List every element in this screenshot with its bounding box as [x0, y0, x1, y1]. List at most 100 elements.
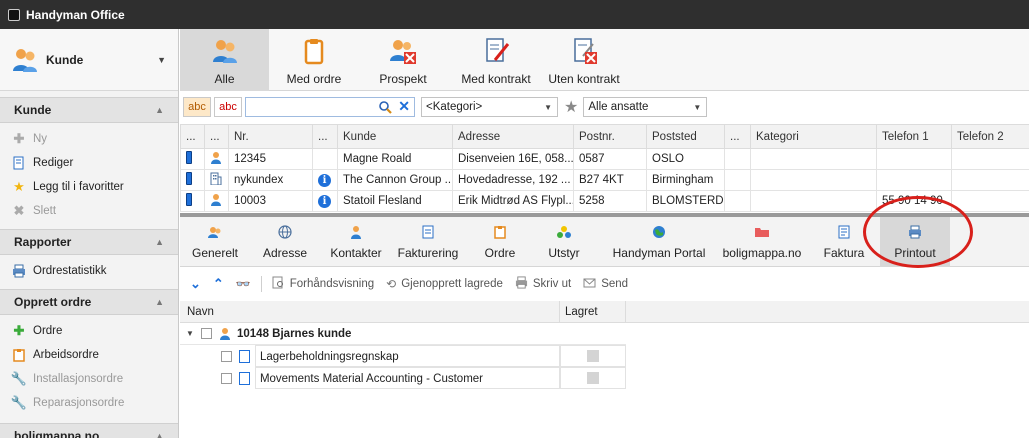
customers-icon: [13, 48, 37, 72]
print-button[interactable]: Skriv ut: [515, 276, 571, 292]
sidebar-item-rediger[interactable]: Rediger: [0, 151, 178, 175]
table-row[interactable]: 12345 Magne Roald Disenveien 16E, 058...…: [180, 148, 1029, 170]
button-label: Alle: [214, 72, 235, 86]
info-icon[interactable]: i: [312, 190, 338, 212]
filter-med-ordre-button[interactable]: Med ordre: [276, 29, 352, 91]
sidebar-item-ordre[interactable]: ✚ Ordre: [0, 319, 178, 343]
tree-child-row[interactable]: Movements Material Accounting - Customer: [180, 367, 626, 389]
tab-utstyr[interactable]: Utstyr: [540, 217, 588, 267]
column-header[interactable]: ...: [724, 124, 751, 149]
column-header-lagret[interactable]: Lagret: [560, 300, 626, 323]
printer-icon: [909, 225, 921, 239]
expand-all-icon[interactable]: ⌄: [190, 276, 201, 292]
chevron-down-icon: ▼: [157, 54, 166, 65]
chevron-down-icon: ▼: [693, 103, 702, 112]
button-label: Skriv ut: [532, 278, 572, 290]
employee-select[interactable]: Alle ansatte ▼: [583, 97, 708, 117]
sidebar: Kunde ▼ Kunde ▲ ✚ Ny Rediger ★ Legg til …: [0, 29, 179, 438]
cell-extra: [724, 169, 751, 191]
toolbar-divider: [260, 276, 262, 292]
send-button[interactable]: Send: [583, 276, 628, 292]
column-header[interactable]: ...: [204, 124, 229, 149]
module-selector[interactable]: Kunde ▼: [0, 29, 178, 91]
prospect-icon: [390, 40, 416, 64]
section-opprett-ordre[interactable]: Opprett ordre ▲: [0, 289, 178, 315]
restore-saved-button[interactable]: ⟲ Gjenopprett lagrede: [386, 277, 503, 291]
cell-kunde: Statoil Flesland: [337, 190, 453, 212]
column-header[interactable]: ...: [312, 124, 338, 149]
tab-adresse[interactable]: Adresse: [255, 217, 315, 267]
clear-icon[interactable]: ✕: [398, 98, 410, 115]
column-header-poststed[interactable]: Poststed: [646, 124, 725, 149]
customer-card-icon: [208, 227, 221, 238]
tab-printout[interactable]: Printout: [880, 217, 950, 267]
app-icon: [8, 8, 20, 21]
sidebar-item-slett[interactable]: ✖ Slett: [0, 199, 178, 223]
collapse-all-icon[interactable]: ⌃: [213, 276, 224, 292]
column-header[interactable]: ...: [180, 124, 205, 149]
tab-label: Fakturering: [397, 246, 459, 260]
tree-root-row[interactable]: ▼ 10148 Bjarnes kunde: [180, 323, 626, 345]
star-icon[interactable]: ★: [564, 97, 578, 117]
search-icon[interactable]: [378, 100, 392, 117]
section-boligmappa[interactable]: boligmappa.no ▲: [0, 423, 178, 438]
filter-med-kontrakt-button[interactable]: Med kontrakt: [452, 29, 540, 91]
customer-filter-toolbar: Alle Med ordre Prospekt Med kontrakt Ute…: [180, 29, 1029, 91]
restore-icon: ⟲: [386, 277, 397, 291]
sidebar-item-installasjonsordre[interactable]: 🔧 Installasjonsordre: [0, 367, 178, 391]
table-row[interactable]: nykundex i The Cannon Group ... Hovedadr…: [180, 169, 1029, 191]
delete-icon: ✖: [13, 203, 25, 218]
filter-uten-kontrakt-button[interactable]: Uten kontrakt: [543, 29, 625, 91]
section-rapporter[interactable]: Rapporter ▲: [0, 229, 178, 255]
column-header-kunde[interactable]: Kunde: [337, 124, 453, 149]
column-header-postnr[interactable]: Postnr.: [573, 124, 647, 149]
child-checkbox[interactable]: [221, 350, 232, 362]
column-header-telefon1[interactable]: Telefon 1: [876, 124, 952, 149]
tree-expander-icon[interactable]: ▼: [186, 329, 200, 338]
binoculars-icon[interactable]: 👓: [236, 277, 251, 291]
tab-generelt[interactable]: Generelt: [186, 217, 244, 267]
column-header-adresse[interactable]: Adresse: [452, 124, 574, 149]
column-header-nr[interactable]: Nr.: [228, 124, 313, 149]
tree-child-row[interactable]: Lagerbeholdningsregnskap: [180, 345, 626, 367]
preview-button[interactable]: Forhåndsvisning: [272, 276, 374, 292]
category-select[interactable]: <Kategori> ▼: [421, 97, 558, 117]
info-icon[interactable]: i: [312, 169, 338, 191]
abc-filter-toggle-2[interactable]: abc: [214, 97, 242, 117]
root-checkbox[interactable]: [201, 328, 212, 339]
sidebar-item-reparasjonsordre[interactable]: 🔧 Reparasjonsordre: [0, 391, 178, 415]
section-kunde[interactable]: Kunde ▲: [0, 97, 178, 123]
cell-telefon2: [951, 190, 1029, 212]
cell-kategori: [750, 190, 877, 212]
column-header-navn[interactable]: Navn: [180, 300, 560, 323]
sidebar-item-arbeidsordre[interactable]: Arbeidsordre: [0, 343, 178, 367]
tab-handyman-portal[interactable]: Handyman Portal: [610, 217, 708, 267]
abc-filter-toggle[interactable]: abc: [183, 97, 211, 117]
cell-poststed: Birmingham: [646, 169, 725, 191]
filter-prospekt-button[interactable]: Prospekt: [370, 29, 436, 91]
cell-kunde: Magne Roald: [337, 148, 453, 170]
document-icon: [238, 349, 250, 363]
column-header-telefon2[interactable]: Telefon 2: [951, 124, 1029, 149]
tab-boligmappa[interactable]: boligmappa.no: [718, 217, 806, 267]
tab-kontakter[interactable]: Kontakter: [323, 217, 389, 267]
chevron-down-icon: ▼: [544, 103, 552, 112]
folder-icon: [755, 228, 769, 237]
tree-root-label: 10148 Bjarnes kunde: [237, 327, 352, 340]
filter-bar: abc abc ✕ <Kategori> ▼ ★ Alle ansatte ▼: [180, 95, 1029, 119]
cell-extra: [724, 148, 751, 170]
table-row[interactable]: 10003 i Statoil Flesland Erik Midtrød AS…: [180, 190, 1029, 212]
sidebar-item-favoritter[interactable]: ★ Legg til i favoritter: [0, 175, 178, 199]
search-input[interactable]: ✕: [245, 97, 415, 117]
tab-faktura[interactable]: Faktura: [821, 217, 867, 267]
button-label: Send: [601, 278, 629, 290]
section-title: Kunde: [14, 103, 52, 117]
filter-alle-button[interactable]: Alle: [180, 29, 269, 91]
invoice-doc-icon: [838, 225, 850, 239]
tab-ordre[interactable]: Ordre: [473, 217, 527, 267]
column-header-kategori[interactable]: Kategori: [750, 124, 877, 149]
tab-fakturering[interactable]: Fakturering: [394, 217, 462, 267]
child-checkbox[interactable]: [221, 372, 232, 384]
sidebar-item-ordrestatistikk[interactable]: Ordrestatistikk: [0, 259, 178, 283]
sidebar-item-ny[interactable]: ✚ Ny: [0, 127, 178, 151]
